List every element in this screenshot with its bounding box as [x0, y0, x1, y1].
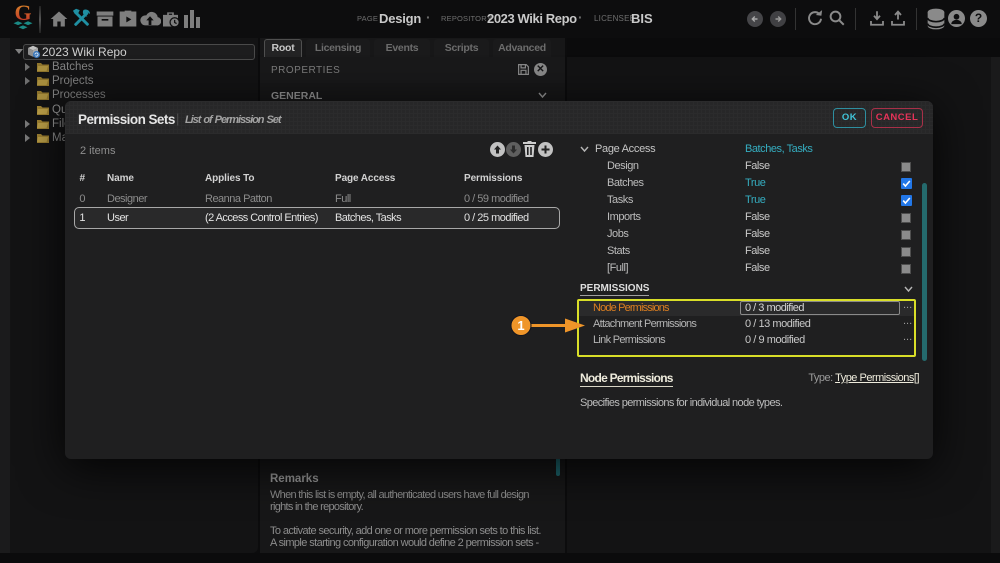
svg-text:1: 1	[517, 318, 524, 333]
